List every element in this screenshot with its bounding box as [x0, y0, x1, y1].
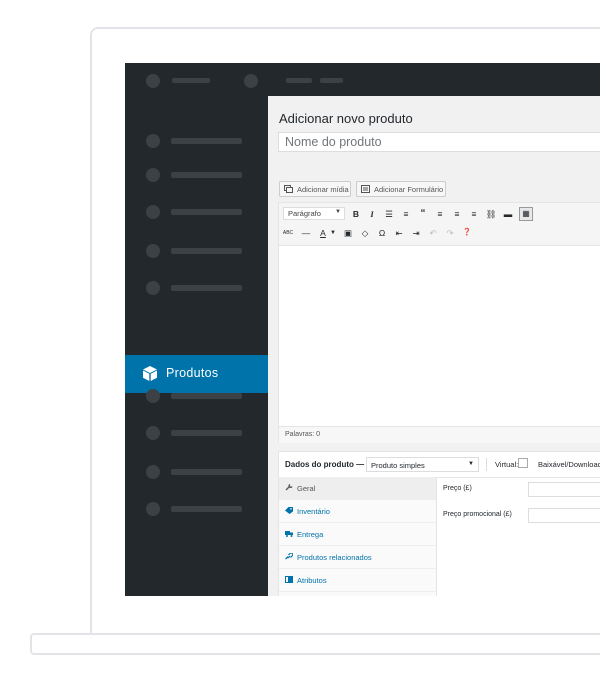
tab-label: Inventário	[297, 507, 330, 516]
regular-price-input[interactable]	[528, 482, 600, 497]
outdent-icon[interactable]: ⇤	[393, 227, 405, 239]
page-title: Adicionar novo produto	[279, 111, 413, 126]
admin-sidebar: Produtos	[125, 96, 268, 596]
tab-label: Entrega	[297, 530, 324, 539]
table-icon	[285, 576, 293, 583]
sale-price-label: Preço promocional (£)	[443, 511, 512, 518]
tab-inventory[interactable]: Inventário	[279, 500, 436, 523]
admin-top-bar	[125, 63, 600, 96]
box-icon	[143, 366, 157, 381]
truck-icon	[285, 531, 293, 537]
italic-icon[interactable]: I	[366, 208, 378, 220]
site-placeholder-icon[interactable]	[244, 74, 258, 88]
tab-linked-products[interactable]: Produtos relacionados	[279, 546, 436, 569]
media-icon	[284, 185, 293, 193]
main-content: Adicionar novo produto Nome do produto A…	[268, 96, 600, 596]
tab-shipping[interactable]: Entrega	[279, 523, 436, 546]
top-bar-placeholder	[172, 78, 210, 83]
device-base	[30, 633, 600, 655]
downloadable-label: Baixável/Download:	[538, 460, 600, 469]
indent-icon[interactable]: ⇥	[410, 227, 422, 239]
sidebar-item-products[interactable]: Produtos	[125, 355, 268, 393]
add-media-button[interactable]: Adicionar mídia	[279, 181, 351, 197]
add-form-button[interactable]: Adicionar Formulário	[356, 181, 446, 197]
product-name-input[interactable]: Nome do produto	[278, 132, 600, 152]
product-data-label: Dados do produto —	[285, 460, 365, 469]
wrench-icon	[285, 484, 293, 491]
form-icon	[361, 185, 370, 193]
paste-text-icon[interactable]: ▣	[342, 227, 354, 239]
align-center-icon[interactable]: ≡	[451, 208, 463, 220]
editor-toolbar: Parágrafo ▼ B I ☰ ≡ “ ≡ ≡ ≡ ⛓ ▬ ▦ ABC — …	[279, 203, 600, 246]
add-form-label: Adicionar Formulário	[374, 185, 444, 194]
align-left-icon[interactable]: ≡	[434, 208, 446, 220]
add-media-label: Adicionar mídia	[297, 185, 349, 194]
chevron-down-icon: ▼	[468, 461, 474, 467]
format-select[interactable]: Parágrafo ▼	[283, 207, 345, 220]
chevron-down-icon: ▼	[335, 209, 341, 215]
admin-screen: Produtos Adicionar novo produto Nome do …	[125, 63, 600, 596]
logo-placeholder-icon[interactable]	[146, 74, 160, 88]
align-right-icon[interactable]: ≡	[468, 208, 480, 220]
link-icon[interactable]: ⛓	[485, 208, 497, 220]
top-bar-placeholder	[320, 78, 343, 83]
top-bar-placeholder	[286, 78, 312, 83]
virtual-label: Virtual:	[495, 460, 519, 469]
horizontal-line-icon[interactable]: —	[300, 227, 312, 239]
bullet-list-icon[interactable]: ☰	[383, 208, 395, 220]
product-data-header: Dados do produto — Produto simples ▼ Vir…	[279, 452, 600, 478]
numbered-list-icon[interactable]: ≡	[400, 208, 412, 220]
divider	[486, 458, 487, 471]
product-data-tabs: Geral Inventário Entrega Produtos relaci…	[279, 477, 437, 596]
tab-general[interactable]: Geral	[279, 477, 436, 500]
editor-status-bar: Palavras: 0	[279, 426, 600, 443]
regular-price-label: Preço (£)	[443, 485, 472, 492]
tag-icon	[285, 507, 293, 514]
tab-label: Geral	[297, 484, 316, 493]
bold-icon[interactable]: B	[350, 208, 362, 220]
product-type-value: Produto simples	[371, 461, 425, 470]
quote-icon[interactable]: “	[417, 208, 429, 220]
product-name-placeholder: Nome do produto	[285, 135, 382, 149]
tab-label: Atributos	[297, 576, 327, 585]
special-character-icon[interactable]: Ω	[376, 227, 388, 239]
product-type-select[interactable]: Produto simples ▼	[366, 457, 479, 472]
sidebar-item-label: Produtos	[166, 366, 219, 380]
sale-price-input[interactable]	[528, 508, 600, 523]
chevron-down-icon[interactable]: ▼	[327, 227, 339, 239]
toolbar-toggle-icon[interactable]: ▦	[519, 207, 533, 221]
format-select-value: Parágrafo	[288, 209, 321, 218]
product-data-panel: Dados do produto — Produto simples ▼ Vir…	[278, 451, 600, 596]
strikethrough-icon[interactable]: ABC	[282, 227, 294, 239]
word-count: Palavras: 0	[285, 431, 321, 438]
clear-formatting-icon[interactable]: ◇	[359, 227, 371, 239]
tab-label: Produtos relacionados	[297, 553, 372, 562]
virtual-checkbox[interactable]	[518, 458, 528, 468]
tab-attributes[interactable]: Atributos	[279, 569, 436, 592]
help-icon[interactable]: ❓	[461, 227, 473, 239]
redo-icon[interactable]: ↷	[444, 227, 456, 239]
read-more-icon[interactable]: ▬	[502, 208, 514, 220]
undo-icon[interactable]: ↶	[427, 227, 439, 239]
content-editor[interactable]: Parágrafo ▼ B I ☰ ≡ “ ≡ ≡ ≡ ⛓ ▬ ▦ ABC — …	[278, 202, 600, 443]
link-icon	[285, 553, 293, 560]
